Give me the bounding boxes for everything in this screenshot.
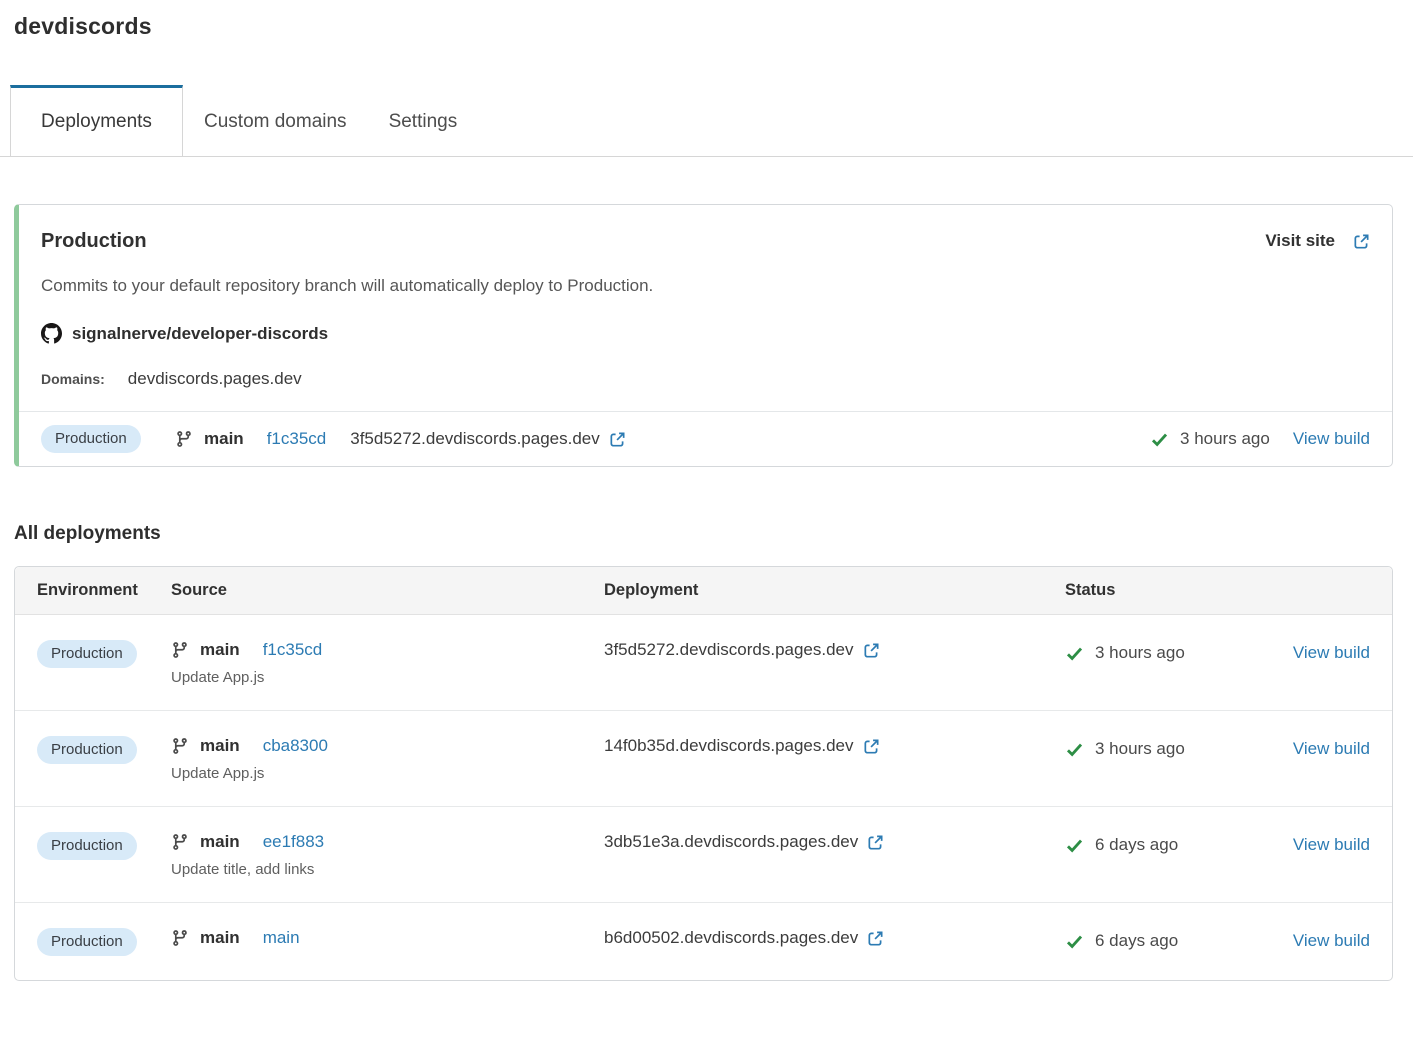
deployment-url: 3db51e3a.devdiscords.pages.dev xyxy=(604,832,858,852)
page-title: devdiscords xyxy=(0,0,1413,40)
commit-link[interactable]: f1c35cd xyxy=(263,640,323,660)
commit-link[interactable]: ee1f883 xyxy=(263,832,324,852)
visit-site-link[interactable]: Visit site xyxy=(1265,231,1370,251)
environment-badge: Production xyxy=(37,832,137,860)
table-row: Production main main b6d00502.devdiscord… xyxy=(15,903,1392,980)
production-card-title: Production xyxy=(41,230,1370,253)
repository-row[interactable]: signalnerve/developer-discords xyxy=(41,323,1370,344)
git-branch-icon xyxy=(171,929,189,947)
commit-link[interactable]: main xyxy=(263,928,300,948)
deployment-time: 6 days ago xyxy=(1095,835,1178,855)
production-description: Commits to your default repository branc… xyxy=(41,276,1370,296)
domains-row: Domains: devdiscords.pages.dev xyxy=(41,369,1370,389)
environment-badge: Production xyxy=(37,736,137,764)
visit-site-label: Visit site xyxy=(1265,231,1335,251)
deployments-table: Environment Source Deployment Status Pro… xyxy=(14,566,1393,981)
external-link-icon xyxy=(863,642,880,659)
view-build-link[interactable]: View build xyxy=(1293,931,1370,950)
deployment-url: 3f5d5272.devdiscords.pages.dev xyxy=(604,640,854,660)
branch-name: main xyxy=(200,640,240,660)
commit-message: Update title, add links xyxy=(171,861,604,878)
deployment-link[interactable]: 3f5d5272.devdiscords.pages.dev xyxy=(350,429,626,449)
branch-name: main xyxy=(200,736,240,756)
branch-name: main xyxy=(204,429,244,449)
pages-project-page: devdiscords Deployments Custom domains S… xyxy=(0,0,1413,1037)
external-link-icon xyxy=(867,834,884,851)
git-branch-icon xyxy=(171,641,189,659)
success-check-icon xyxy=(1065,644,1084,663)
view-build-link[interactable]: View build xyxy=(1293,739,1370,758)
tab-deployments[interactable]: Deployments xyxy=(10,85,183,156)
commit-link[interactable]: cba8300 xyxy=(263,736,328,756)
column-header-source: Source xyxy=(171,581,604,600)
column-header-status: Status xyxy=(1065,581,1265,600)
branch-name: main xyxy=(200,928,240,948)
repository-name: signalnerve/developer-discords xyxy=(72,324,328,344)
deployment-link[interactable]: 3db51e3a.devdiscords.pages.dev xyxy=(604,832,1065,852)
deployment-time: 6 days ago xyxy=(1095,931,1178,951)
deployment-link[interactable]: 14f0b35d.devdiscords.pages.dev xyxy=(604,736,1065,756)
github-icon xyxy=(41,323,62,344)
commit-link[interactable]: f1c35cd xyxy=(267,429,327,449)
commit-message: Update App.js xyxy=(171,669,604,686)
success-check-icon xyxy=(1150,430,1169,449)
view-build-link[interactable]: View build xyxy=(1293,835,1370,854)
tab-settings[interactable]: Settings xyxy=(368,85,479,156)
deployment-time: 3 hours ago xyxy=(1180,429,1270,449)
git-branch-icon xyxy=(175,430,193,448)
domains-value: devdiscords.pages.dev xyxy=(128,369,302,389)
deployment-url: 3f5d5272.devdiscords.pages.dev xyxy=(350,429,600,449)
environment-badge: Production xyxy=(41,425,141,453)
deployment-time: 3 hours ago xyxy=(1095,739,1185,759)
commit-message: Update App.js xyxy=(171,765,604,782)
view-build-link[interactable]: View build xyxy=(1293,429,1370,449)
success-check-icon xyxy=(1065,740,1084,759)
column-header-environment: Environment xyxy=(37,581,171,600)
deployments-table-body: Production main f1c35cd Update App.js 3f… xyxy=(15,615,1392,980)
view-build-link[interactable]: View build xyxy=(1293,643,1370,662)
deployment-time: 3 hours ago xyxy=(1095,643,1185,663)
column-header-deployment: Deployment xyxy=(604,581,1065,600)
environment-badge: Production xyxy=(37,640,137,668)
table-row: Production main f1c35cd Update App.js 3f… xyxy=(15,615,1392,711)
branch-name: main xyxy=(200,832,240,852)
table-row: Production main ee1f883 Update title, ad… xyxy=(15,807,1392,903)
tab-custom-domains[interactable]: Custom domains xyxy=(183,85,368,156)
environment-badge: Production xyxy=(37,928,137,956)
production-card: Production Visit site Commits to your de… xyxy=(14,204,1393,467)
external-link-icon xyxy=(863,738,880,755)
deployment-link[interactable]: b6d00502.devdiscords.pages.dev xyxy=(604,928,1065,948)
production-deployment-row: Production main f1c35cd 3f5d5272.devdisc… xyxy=(19,411,1392,466)
external-link-icon xyxy=(609,431,626,448)
deployment-url: b6d00502.devdiscords.pages.dev xyxy=(604,928,858,948)
git-branch-icon xyxy=(171,737,189,755)
tab-bar: Deployments Custom domains Settings xyxy=(0,85,1413,157)
success-check-icon xyxy=(1065,932,1084,951)
all-deployments-title: All deployments xyxy=(14,523,1413,545)
deployment-link[interactable]: 3f5d5272.devdiscords.pages.dev xyxy=(604,640,1065,660)
table-header-row: Environment Source Deployment Status xyxy=(15,567,1392,615)
external-link-icon xyxy=(1353,233,1370,250)
success-check-icon xyxy=(1065,836,1084,855)
deployment-url: 14f0b35d.devdiscords.pages.dev xyxy=(604,736,854,756)
domains-label: Domains: xyxy=(41,371,105,387)
git-branch-icon xyxy=(171,833,189,851)
table-row: Production main cba8300 Update App.js 14… xyxy=(15,711,1392,807)
external-link-icon xyxy=(867,930,884,947)
